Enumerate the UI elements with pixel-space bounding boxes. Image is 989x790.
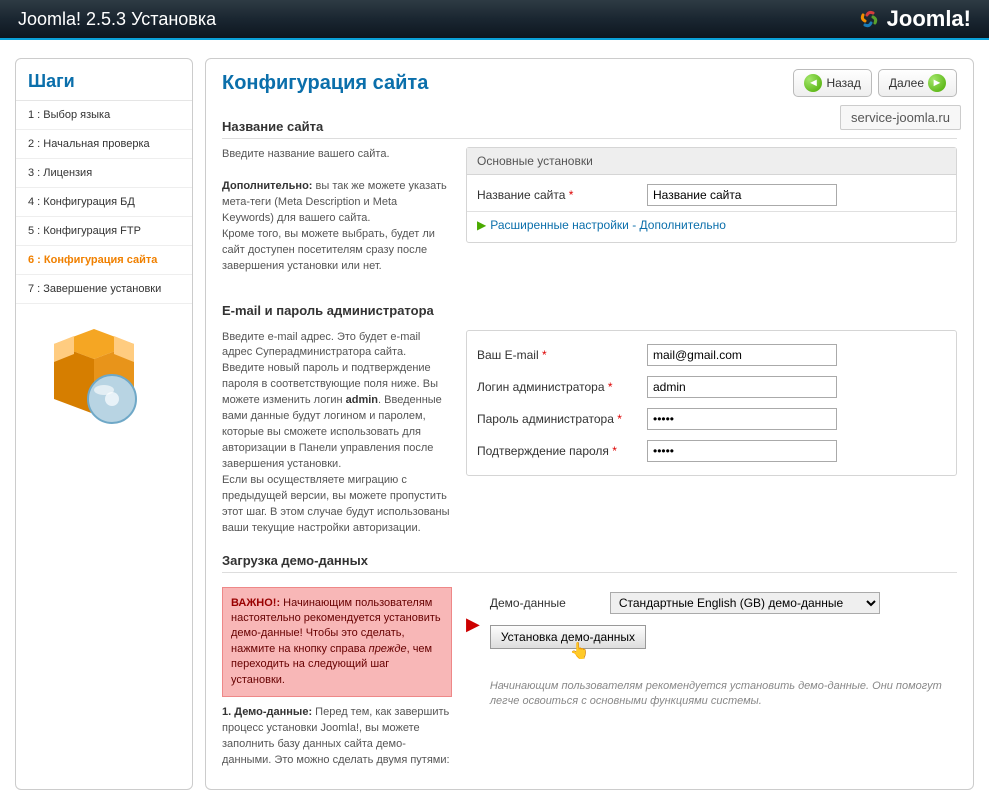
- arrow-right-icon: ►: [928, 74, 946, 92]
- main-settings-head: Основные установки: [467, 148, 956, 175]
- joomla-logo: Joomla!: [857, 6, 971, 32]
- site-name-intro: Введите название вашего сайта.: [222, 147, 452, 163]
- section-demo: Загрузка демо-данных: [222, 543, 957, 573]
- next-button-label: Далее: [889, 76, 924, 90]
- box-illustration: [16, 304, 192, 427]
- step-license[interactable]: 3 : Лицензия: [16, 159, 192, 188]
- advanced-settings-toggle[interactable]: ▶Расширенные настройки - Дополнительно: [467, 211, 956, 238]
- password-input[interactable]: [647, 408, 837, 430]
- site-name-label: Название сайта *: [477, 188, 647, 202]
- red-arrow-icon: ▶: [466, 615, 480, 633]
- site-name-input[interactable]: [647, 184, 837, 206]
- step-precheck[interactable]: 2 : Начальная проверка: [16, 130, 192, 159]
- admin-p1: Введите e-mail адрес. Это будет e-mail а…: [222, 330, 452, 362]
- email-input[interactable]: [647, 344, 837, 366]
- next-button[interactable]: Далее ►: [878, 69, 957, 97]
- step-language[interactable]: 1 : Выбор языка: [16, 101, 192, 130]
- joomla-logo-icon: [857, 7, 881, 31]
- site-name-extra: Дополнительно: вы так же можете указать …: [222, 179, 452, 227]
- back-button[interactable]: ◄ Назад: [793, 69, 871, 97]
- sidebar-heading: Шаги: [16, 67, 192, 101]
- page-title: Конфигурация сайта: [222, 72, 428, 95]
- login-input[interactable]: [647, 376, 837, 398]
- admin-p2: Введите новый пароль и подтверждение пар…: [222, 361, 452, 473]
- demo-data-label: Демо-данные: [490, 596, 610, 610]
- step-database[interactable]: 4 : Конфигурация БД: [16, 188, 192, 217]
- section-admin: E-mail и пароль администратора: [222, 293, 957, 322]
- steps-sidebar: Шаги 1 : Выбор языка 2 : Начальная прове…: [15, 58, 193, 790]
- password-label: Пароль администратора *: [477, 412, 647, 426]
- logo-text: Joomla!: [887, 6, 971, 32]
- admin-box: Ваш E-mail * Логин администратора * Паро…: [466, 330, 957, 476]
- password2-input[interactable]: [647, 440, 837, 462]
- arrow-left-icon: ◄: [804, 74, 822, 92]
- step-ftp[interactable]: 5 : Конфигурация FTP: [16, 217, 192, 246]
- main-panel: Конфигурация сайта ◄ Назад Далее ► servi…: [205, 58, 974, 790]
- password2-label: Подтверждение пароля *: [477, 444, 647, 458]
- email-label: Ваш E-mail *: [477, 348, 647, 362]
- step-site-config[interactable]: 6 : Конфигурация сайта: [16, 246, 192, 275]
- triangle-right-icon: ▶: [477, 218, 486, 232]
- cursor-pointer-icon: 👆: [570, 641, 989, 661]
- demo-hint: Начинающим пользователям рекомендуется у…: [490, 679, 957, 710]
- back-button-label: Назад: [826, 76, 860, 90]
- demo-note1: 1. Демо-данные: Перед тем, как завершить…: [222, 705, 452, 769]
- topbar: Joomla! 2.5.3 Установка Joomla!: [0, 0, 989, 40]
- main-settings-box: Основные установки Название сайта * ▶Рас…: [466, 147, 957, 243]
- step-finish[interactable]: 7 : Завершение установки: [16, 275, 192, 304]
- watermark-label: service-joomla.ru: [840, 105, 961, 130]
- admin-p3: Если вы осуществляете миграцию с предыду…: [222, 473, 452, 537]
- app-title: Joomla! 2.5.3 Установка: [18, 9, 216, 30]
- site-name-extra2: Кроме того, вы можете выбрать, будет ли …: [222, 227, 452, 275]
- login-label: Логин администратора *: [477, 380, 647, 394]
- demo-warning: ВАЖНО!: Начинающим пользователям настоят…: [222, 587, 452, 697]
- demo-data-select[interactable]: Стандартные English (GB) демо-данные: [610, 592, 880, 614]
